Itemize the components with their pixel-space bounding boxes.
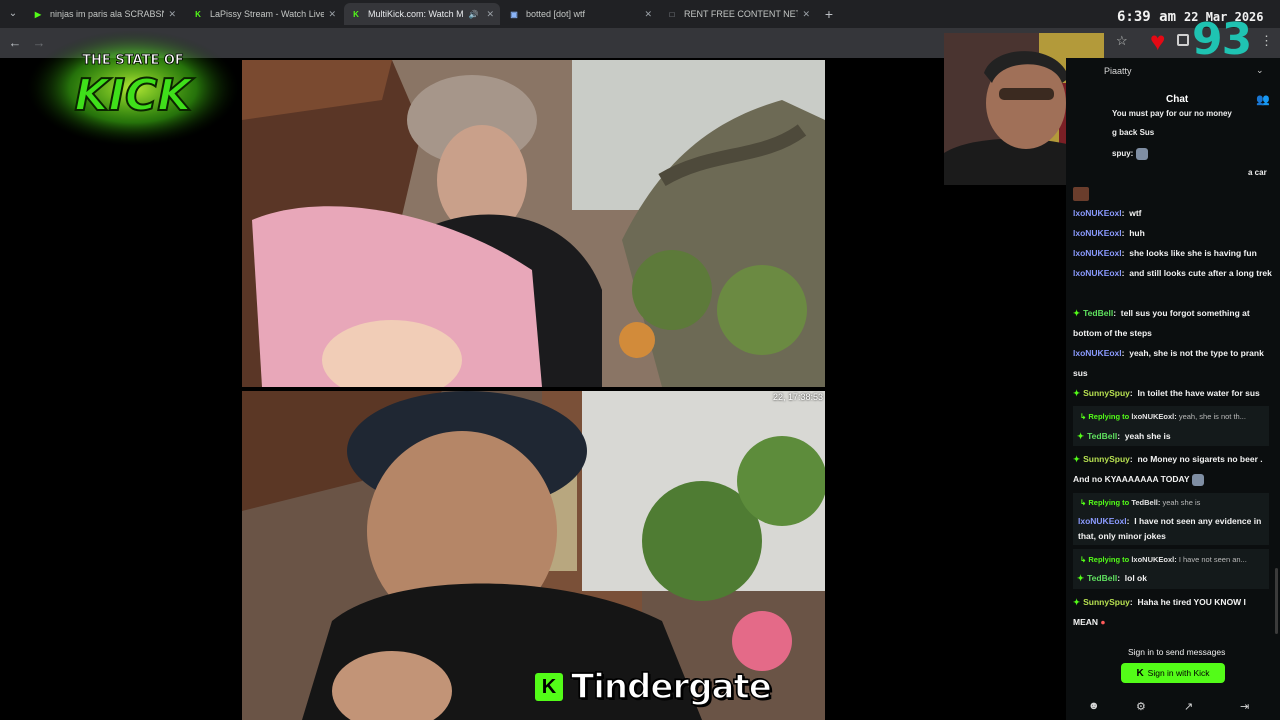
bookmark-star-icon[interactable]: ☆ — [1116, 33, 1128, 49]
tab-title: LaPissy Stream - Watch Live on — [210, 9, 325, 19]
back-arrow-icon[interactable]: ← — [6, 34, 24, 52]
badge-icon: ✦ — [1073, 308, 1081, 318]
chat-username[interactable]: lxoNUKEoxl — [1073, 348, 1122, 358]
chat-username[interactable]: lxoNUKEoxl — [1073, 248, 1122, 258]
multikick-icon: K — [353, 9, 359, 19]
chat-message: lxoNUKEoxl: I have not seen any evidence… — [1078, 516, 1262, 541]
chat-message: lxoNUKEoxl: wtf — [1073, 208, 1142, 218]
caption-overlay: K Tindergate — [535, 666, 773, 708]
chat-message: ✦ SunnySpuy: In toilet the have water for… — [1073, 388, 1260, 398]
chat-message: ✦ TedBell: tell sus you forgot something … — [1073, 308, 1250, 338]
chat-username[interactable]: SunnySpuy — [1083, 388, 1130, 398]
browser-tab[interactable]: □ RENT FREE CONTENT NETWOR✕ — [660, 3, 816, 25]
video-timestamp: 22, 17:38:53 — [772, 392, 823, 402]
chat-message: lxoNUKEoxl: she looks like she is having… — [1073, 248, 1257, 258]
caption-text: Tindergate — [570, 666, 772, 708]
chat-message: ✦ SunnySpuy: no Money no sigarets no beer… — [1073, 454, 1263, 486]
chat-username[interactable]: TedBell — [1083, 308, 1113, 318]
tab-title: RENT FREE CONTENT NETWOR — [684, 9, 799, 19]
chevron-down-icon[interactable]: ⌄ — [1256, 65, 1264, 76]
browser-tab-strip: ⌄ ▶ ninjas im paris ala SCRABSNYC ✕ K LaPiss… — [0, 0, 1280, 28]
browser-tab[interactable]: ▶ ninjas im paris ala SCRABSNYC ✕ — [26, 3, 182, 25]
collapse-chat-icon[interactable]: ⇥ — [1240, 700, 1249, 713]
chat-scrollbar[interactable] — [1275, 568, 1278, 634]
close-tab-icon[interactable]: ✕ — [644, 9, 652, 20]
bot-icon: ▣ — [510, 9, 518, 19]
kick-logo-icon: K — [535, 673, 563, 701]
chat-title: Chat — [1166, 94, 1189, 105]
chat-partial-line: You must pay for our no money — [1112, 109, 1232, 118]
state-of-kick-logo: THE STATE OF KICK — [26, 26, 240, 146]
heart-icon: ♥ — [1150, 26, 1166, 56]
close-tab-icon[interactable]: ✕ — [802, 9, 810, 20]
chat-text: wtf — [1129, 208, 1142, 218]
badge-icon: ✦ — [1073, 388, 1081, 398]
stream-video-top[interactable] — [242, 60, 825, 387]
tab-title: ninjas im paris ala SCRABSNYC — [50, 9, 164, 19]
chat-username[interactable]: lxoNUKEoxl — [1073, 208, 1122, 218]
chat-username[interactable]: lxoNUKEoxl — [1073, 268, 1122, 278]
add-user-icon[interactable]: ☻ — [1088, 700, 1100, 712]
chat-partial-line: a car — [1248, 168, 1267, 177]
chat-partial-line: spuy: — [1112, 148, 1148, 160]
tab-title: MultiKick.com: Watch Multi — [368, 9, 465, 19]
badge-icon: ✦ — [1073, 597, 1081, 607]
emoji-icon: ● — [1100, 617, 1106, 627]
reply-context: ↳ Replying to TedBell: yeah she is — [1080, 498, 1201, 507]
reply-context: ↳ Replying to lxoNUKEoxl: I have not see… — [1080, 555, 1247, 564]
browser-menu-icon[interactable]: ⋮ — [1260, 33, 1273, 49]
reply-context: ↳ Replying to lxoNUKEoxl: yeah, she is n… — [1080, 412, 1246, 421]
emote-icon — [1135, 148, 1148, 160]
emote-icon — [1073, 187, 1089, 201]
browser-tab[interactable]: ▣ botted [dot] wtf ✕ — [502, 3, 658, 25]
logo-line2: KICK — [75, 70, 195, 121]
logo-line1: THE STATE OF — [82, 53, 184, 68]
chat-message: lxoNUKEoxl: yeah, she is not the type to… — [1073, 348, 1264, 378]
new-tab-button[interactable]: + — [820, 5, 838, 23]
chat-message: lxoNUKEoxl: and still looks cute after a… — [1073, 268, 1272, 278]
badge-icon: ✦ — [1073, 454, 1081, 464]
chat-message: lxoNUKEoxl: huh — [1073, 228, 1145, 238]
users-icon[interactable]: 👥 — [1256, 93, 1270, 106]
chat-partial-line: g back Sus — [1112, 128, 1155, 137]
chat-message: ✦ SunnySpuy: Haha he tired YOU KNOW I MEA… — [1073, 597, 1246, 627]
close-tab-icon[interactable]: ✕ — [486, 9, 494, 20]
kick-logo-icon: K — [1136, 667, 1144, 679]
chat-username[interactable]: lxoNUKEoxl — [1073, 228, 1122, 238]
chat-message: ✦ TedBell: yeah she is — [1077, 431, 1171, 441]
reply-arrow-icon: ↳ — [1080, 555, 1087, 564]
badge-icon: ✦ — [1077, 431, 1085, 441]
speaker-icon[interactable]: 🔊 — [468, 10, 478, 19]
clock-time: 6:39 am — [1117, 9, 1177, 25]
gear-icon[interactable]: ⚙ — [1136, 700, 1146, 713]
chat-text: she looks like she is having fun — [1129, 248, 1257, 258]
kick-icon: K — [195, 9, 201, 19]
chat-text: huh — [1129, 228, 1145, 238]
reply-arrow-icon: ↳ — [1080, 412, 1087, 421]
signin-button[interactable]: K Sign in with Kick — [1121, 663, 1225, 683]
chat-text: and still looks cute after a long trek — [1129, 268, 1272, 278]
chat-message: ✦ TedBell: lol ok — [1077, 573, 1147, 583]
extension-icon[interactable] — [1177, 34, 1189, 46]
tab-title: botted [dot] wtf — [526, 9, 586, 19]
badge-icon: ✦ — [1077, 573, 1085, 583]
emote-icon — [1191, 473, 1204, 486]
tab-search-chevron-icon[interactable]: ⌄ — [4, 5, 22, 23]
page-icon: □ — [669, 9, 675, 19]
chat-text: In toilet the have water for sus — [1137, 388, 1260, 398]
close-tab-icon[interactable]: ✕ — [328, 9, 336, 20]
signin-button-label: Sign in with Kick — [1147, 668, 1210, 678]
signin-prompt: Sign in to send messages — [1128, 647, 1226, 657]
play-icon: ▶ — [34, 9, 42, 19]
channel-label: Piaatty — [1104, 66, 1132, 76]
reply-arrow-icon: ↳ — [1080, 498, 1087, 507]
popout-icon[interactable]: ↗ — [1184, 700, 1193, 713]
stream-top-frame — [242, 60, 825, 387]
browser-tab[interactable]: K LaPissy Stream - Watch Live on✕ — [186, 3, 342, 25]
browser-tab[interactable]: K MultiKick.com: Watch Multi 🔊 ✕ — [344, 3, 500, 25]
close-tab-icon[interactable]: ✕ — [168, 9, 176, 20]
